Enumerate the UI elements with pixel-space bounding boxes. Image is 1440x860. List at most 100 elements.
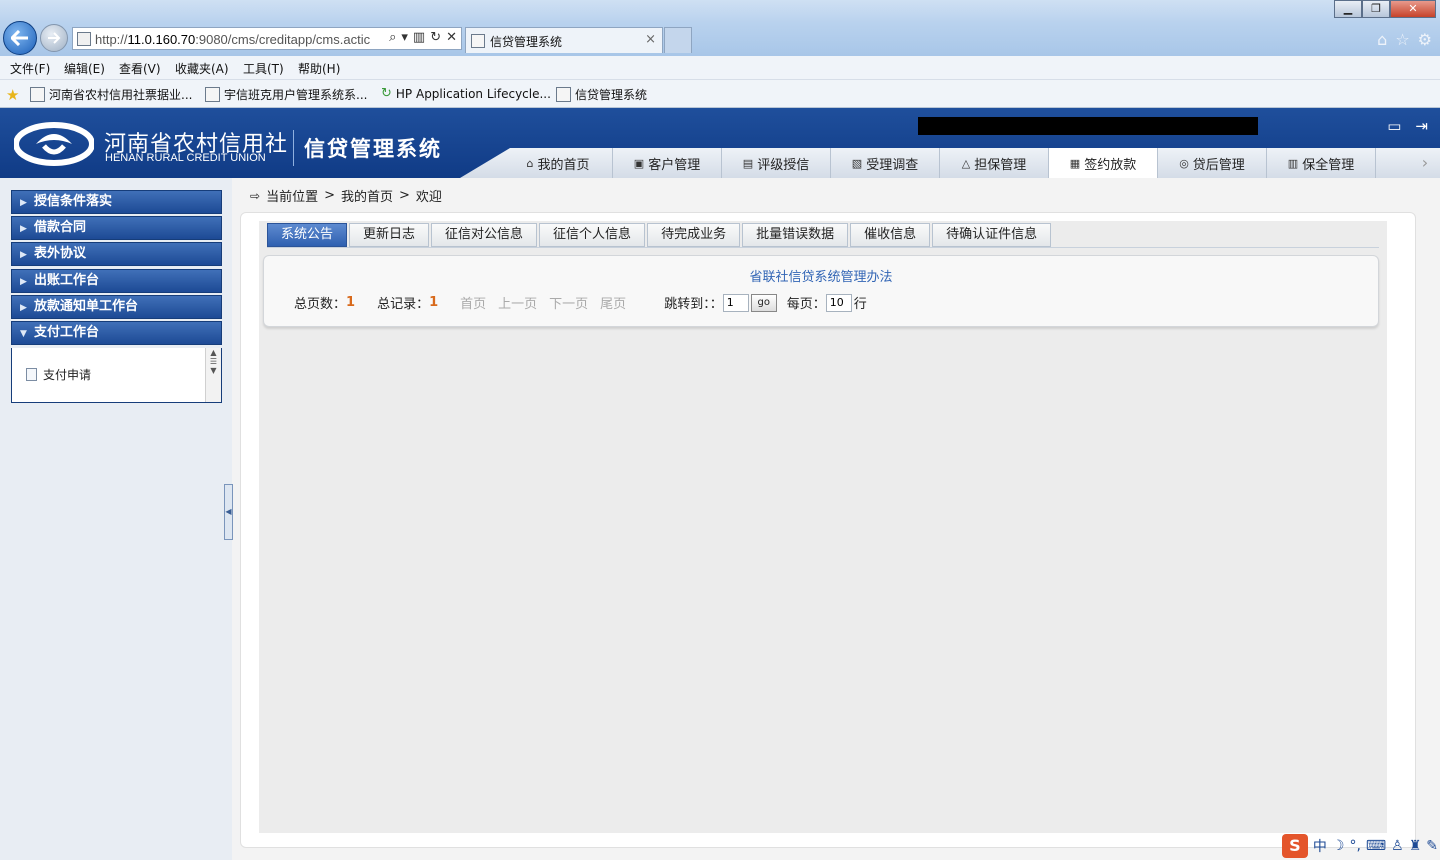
address-url[interactable]: http://11.0.160.70:9080/cms/creditapp/cm…	[95, 32, 377, 47]
tab-close-icon[interactable]: ×	[645, 32, 656, 47]
sidebar-submenu: 支付申请 ▲ ☰ ▼	[11, 348, 222, 403]
sidebar-item-credit-conditions[interactable]: ▶ 授信条件落实	[11, 190, 222, 214]
sidebar-item-loan-contract[interactable]: ▶ 借款合同	[11, 216, 222, 240]
favorites-bar-star-icon[interactable]: ★	[6, 86, 19, 104]
notice-title-link[interactable]: 省联社信贷系统管理办法	[264, 266, 1378, 285]
app-header: 河南省农村信用社 HENAN RURAL CREDIT UNION 信贷管理系统…	[0, 108, 1440, 178]
nav-scroll-right-icon[interactable]: ›	[1410, 148, 1440, 178]
topnav-item-0[interactable]: ⌂ 我的首页	[504, 148, 613, 178]
go-button[interactable]: go	[750, 293, 777, 312]
favorite-link[interactable]: 信贷管理系统	[556, 86, 647, 103]
content-tab-0[interactable]: 系统公告	[267, 223, 348, 247]
back-button[interactable]	[3, 21, 37, 55]
content-tab-4[interactable]: 待完成业务	[647, 223, 741, 247]
topnav-item-6[interactable]: ◎ 贷后管理	[1158, 148, 1267, 178]
sidebar-collapse-handle[interactable]: ◀	[224, 484, 233, 540]
tab-favicon-icon	[471, 34, 485, 48]
monitor-icon[interactable]: ▭	[1387, 117, 1401, 135]
next-page-link[interactable]: 下一页	[549, 293, 588, 312]
ime-mode-chinese[interactable]: 中	[1313, 836, 1327, 856]
content-tab-2[interactable]: 征信对公信息	[431, 223, 538, 247]
favorite-link[interactable]: ↻ HP Application Lifecycle...	[381, 86, 551, 101]
first-page-link[interactable]: 首页	[460, 293, 486, 312]
compat-view-icon[interactable]: ▥	[413, 30, 425, 45]
expand-arrow-icon: ▶	[20, 250, 27, 260]
favorite-link[interactable]: 河南省农村信用社票据业...	[30, 86, 192, 103]
topnav-label: 贷后管理	[1192, 157, 1245, 173]
post-loan-icon: ◎	[1179, 156, 1189, 170]
topnav-item-7[interactable]: ▥ 保全管理	[1267, 148, 1376, 178]
logout-icon[interactable]: ⇥	[1415, 117, 1428, 135]
rcu-logo-icon	[14, 122, 94, 166]
page-icon	[77, 32, 91, 46]
half-width-moon-icon[interactable]: ☽	[1332, 838, 1345, 854]
menu-view[interactable]: 查看(V)	[119, 60, 161, 77]
close-window-button[interactable]: ✕	[1390, 0, 1436, 18]
ime-toolbar: S 中 ☽ °, ⌨ ♙ ♜ ✎	[1281, 834, 1438, 858]
topnav-item-3[interactable]: ▧ 受理调查	[831, 148, 940, 178]
prev-page-link[interactable]: 上一页	[498, 293, 537, 312]
topnav-label: 保全管理	[1302, 157, 1355, 173]
favorite-link[interactable]: 宇信班克用户管理系统系...	[205, 86, 367, 103]
stop-icon[interactable]: ✕	[446, 30, 457, 45]
dropdown-icon[interactable]: ▾	[401, 30, 408, 45]
menu-bar: 文件(F) 编辑(E) 查看(V) 收藏夹(A) 工具(T) 帮助(H)	[0, 56, 1440, 80]
skin-shirt-icon[interactable]: ♜	[1409, 838, 1422, 854]
top-navigation: ⌂ 我的首页 ▣ 客户管理 ▤ 评级授信 ▧ 受理调查 △ 担保管理 ▦ 签约放款 ◎ 贷后管理 ▥ 保全管理	[504, 148, 1376, 178]
redacted-user-info	[918, 117, 1258, 135]
content-tab-3[interactable]: 征信个人信息	[539, 223, 646, 247]
keyboard-icon[interactable]: ⌨	[1366, 838, 1386, 854]
topnav-item-2[interactable]: ▤ 评级授信	[722, 148, 831, 178]
expand-arrow-icon: ▶	[20, 303, 27, 313]
collapse-arrow-icon: ▼	[20, 329, 27, 339]
customer-icon: ▣	[633, 156, 645, 170]
breadcrumb-home[interactable]: 我的首页	[341, 186, 393, 205]
topnav-item-4[interactable]: △ 担保管理	[940, 148, 1049, 178]
total-pages-value: 1	[346, 295, 356, 310]
search-icon[interactable]: ⌕	[389, 30, 396, 45]
punctuation-icon[interactable]: °,	[1349, 838, 1360, 854]
breadcrumb: ⇨ 当前位置 > 我的首页 > 欢迎	[250, 186, 442, 205]
last-page-link[interactable]: 尾页	[600, 293, 626, 312]
menu-tools[interactable]: 工具(T)	[243, 60, 284, 77]
settings-wrench-icon[interactable]: ✎	[1426, 838, 1438, 854]
refresh-icon[interactable]: ↻	[430, 30, 441, 45]
maximize-button[interactable]: ❐	[1362, 0, 1390, 18]
tools-gear-icon[interactable]: ⚙	[1418, 30, 1432, 49]
sogou-ime-icon[interactable]: S	[1281, 834, 1308, 858]
total-records-value: 1	[429, 295, 439, 310]
content-tab-5[interactable]: 批量错误数据	[742, 223, 849, 247]
new-tab-button[interactable]	[664, 27, 692, 53]
topnav-item-1[interactable]: ▣ 客户管理	[613, 148, 722, 178]
favorites-star-icon[interactable]: ☆	[1395, 30, 1409, 49]
per-page-input[interactable]	[825, 293, 852, 312]
expand-arrow-icon: ▶	[20, 224, 27, 234]
brand-divider	[293, 130, 294, 166]
submenu-scrollbar[interactable]: ▲ ☰ ▼	[205, 348, 221, 402]
home-icon[interactable]: ⌂	[1377, 30, 1387, 49]
content-tab-7[interactable]: 待确认证件信息	[932, 223, 1052, 247]
minimize-button[interactable]: ▁	[1334, 0, 1362, 18]
browser-tab[interactable]: 信贷管理系统 ×	[465, 27, 663, 53]
sidebar-item-off-balance-agreement[interactable]: ▶ 表外协议	[11, 242, 222, 266]
jump-page-input[interactable]	[722, 293, 749, 312]
menu-favorites[interactable]: 收藏夹(A)	[175, 60, 229, 77]
expand-arrow-icon: ▶	[20, 277, 27, 287]
sidebar-item-payment-desk[interactable]: ▼ 支付工作台	[11, 321, 222, 345]
sidebar-subitem-payment-application[interactable]: 支付申请	[26, 366, 91, 383]
menu-file[interactable]: 文件(F)	[10, 60, 50, 77]
content-tab-1[interactable]: 更新日志	[349, 223, 430, 247]
topnav-item-5[interactable]: ▦ 签约放款	[1049, 148, 1158, 178]
menu-edit[interactable]: 编辑(E)	[64, 60, 105, 77]
tab-underline	[267, 247, 1379, 248]
sidebar-item-loan-notice-desk[interactable]: ▶ 放款通知单工作台	[11, 295, 222, 319]
app-body: ▶ 授信条件落实 ▶ 借款合同 ▶ 表外协议 ▶ 出账工作台 ▶ 放款通知单工作台 ▼ 支付…	[0, 178, 1440, 860]
user-icon[interactable]: ♙	[1391, 838, 1404, 854]
forward-button[interactable]	[40, 24, 68, 52]
menu-help[interactable]: 帮助(H)	[298, 60, 340, 77]
sidebar-item-disbursement-desk[interactable]: ▶ 出账工作台	[11, 269, 222, 293]
favorite-page-icon	[556, 87, 571, 102]
address-bar[interactable]: http://11.0.160.70:9080/cms/creditapp/cm…	[72, 27, 462, 50]
content-tab-6[interactable]: 催收信息	[850, 223, 931, 247]
preservation-icon: ▥	[1287, 156, 1299, 170]
